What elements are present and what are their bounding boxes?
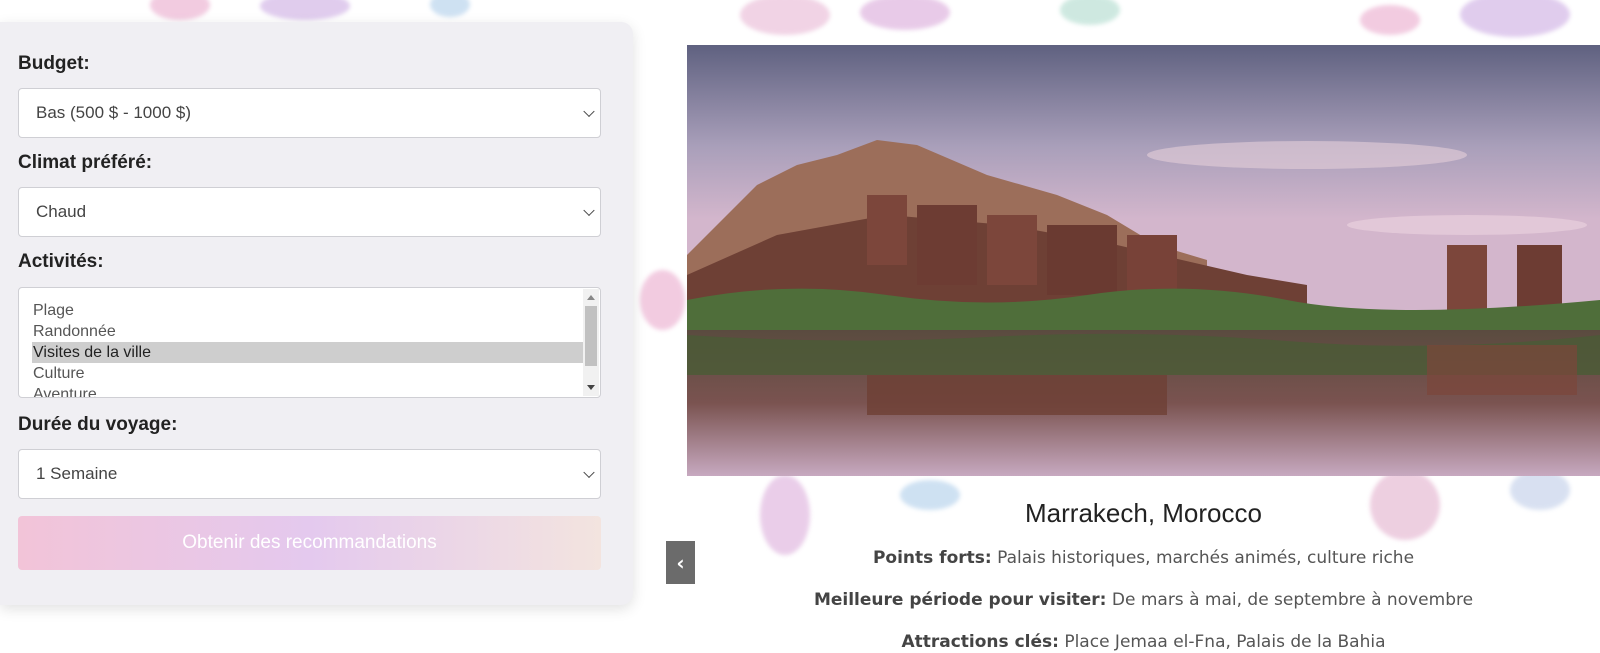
duration-select-value: 1 Semaine [36,464,118,483]
climate-select-value: Chaud [36,202,87,221]
best-period-label: Meilleure période pour visiter: [813,590,1107,610]
destination-image [687,45,1600,476]
activity-option-culture[interactable]: Culture [32,363,587,384]
activities-listbox[interactable]: Plage Randonnée Visites de la ville Cult… [18,287,601,398]
scrollbar-thumb[interactable] [585,306,597,366]
destination-attractions: Attractions clés: Place Jemaa el-Fna, Pa… [687,632,1600,652]
activity-option-randonnee[interactable]: Randonnée [32,321,587,342]
listbox-scrollbar[interactable] [583,289,599,396]
budget-label: Budget: [18,53,90,74]
destination-title: Marrakech, Morocco [1025,498,1262,528]
chevron-down-icon [583,466,595,479]
destination-best-period: Meilleure période pour visiter: De mars … [687,590,1600,610]
activity-option-visites-de-la-ville[interactable]: Visites de la ville [32,342,587,363]
chevron-left-icon: ‹ [676,550,685,575]
climate-label: Climat préféré: [18,152,153,173]
destination-highlights: Points forts: Palais historiques, marché… [687,548,1600,568]
highlights-value: Palais historiques, marchés animés, cult… [997,548,1415,568]
duration-label: Durée du voyage: [18,414,178,435]
duration-select[interactable]: 1 Semaine [18,449,601,499]
activities-label: Activités: [18,251,104,272]
chevron-down-icon [583,204,595,217]
filter-panel: Budget: Bas (500 $ - 1000 $) Climat préf… [0,22,633,605]
highlights-label: Points forts: [872,548,992,568]
best-period-value: De mars à mai, de septembre à novembre [1111,590,1474,610]
scroll-up-icon[interactable] [587,295,595,300]
kasbah-landscape-illustration [687,45,1600,476]
scroll-down-icon[interactable] [587,385,595,390]
activity-option-plage[interactable]: Plage [32,300,587,321]
chevron-down-icon [583,105,595,118]
budget-select[interactable]: Bas (500 $ - 1000 $) [18,88,601,138]
climate-select[interactable]: Chaud [18,187,601,237]
budget-select-value: Bas (500 $ - 1000 $) [36,103,191,122]
attractions-value: Place Jemaa el-Fna, Palais de la Bahia [1064,632,1386,652]
get-recommendations-button[interactable]: Obtenir des recommandations [18,516,601,570]
attractions-label: Attractions clés: [901,632,1059,652]
activity-option-aventure[interactable]: Aventure [32,384,587,397]
